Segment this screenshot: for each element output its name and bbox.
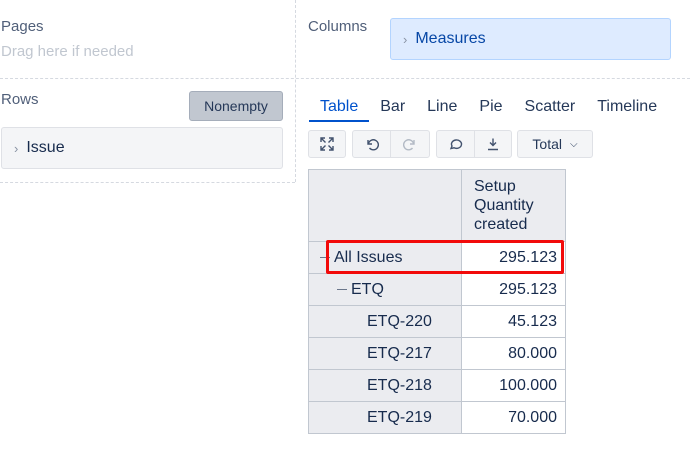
total-dropdown[interactable]: Total ⌵ — [517, 130, 593, 158]
table-row: ETQ-219 70.000 — [308, 401, 566, 434]
table-row: ETQ-218 100.000 — [308, 369, 566, 402]
collapse-icon[interactable] — [320, 257, 330, 258]
columns-label: Columns — [308, 18, 368, 35]
tab-bar[interactable]: Bar — [369, 92, 416, 122]
row-header-etq[interactable]: ETQ — [308, 273, 462, 306]
row-header-issue[interactable]: ETQ-220 — [308, 305, 462, 338]
expand-icon — [320, 137, 334, 151]
row-label: ETQ-218 — [367, 376, 432, 394]
table-row: ETQ 295.123 — [308, 273, 566, 306]
divider-vertical — [295, 0, 296, 182]
tab-timeline[interactable]: Timeline — [586, 92, 668, 122]
measure-header-line: Quantity — [474, 197, 534, 214]
comment-icon — [449, 139, 462, 150]
chevron-right-icon: › — [403, 31, 408, 47]
row-header-issue[interactable]: ETQ-217 — [308, 337, 462, 370]
table-cell-value: 100.000 — [461, 369, 566, 402]
row-label: All Issues — [334, 248, 403, 266]
divider-rows-bottom — [0, 182, 295, 183]
table-cell-value: 70.000 — [461, 401, 566, 434]
row-header-all-issues[interactable]: All Issues — [308, 241, 462, 274]
row-label: ETQ — [351, 280, 384, 298]
nonempty-button[interactable]: Nonempty — [189, 91, 283, 121]
download-icon — [488, 138, 498, 151]
issue-chip-label: Issue — [26, 139, 65, 156]
comment-button[interactable] — [436, 130, 475, 158]
divider-top — [0, 78, 690, 79]
table-row: All Issues 295.123 — [308, 241, 566, 274]
results-table: Setup Quantity created All Issues 295.12… — [308, 169, 566, 434]
row-header-issue[interactable]: ETQ-218 — [308, 369, 462, 402]
tab-scatter[interactable]: Scatter — [514, 92, 587, 122]
measures-chip-label: Measures — [415, 30, 486, 47]
measure-header-line: Setup — [474, 178, 516, 195]
undo-button[interactable] — [352, 130, 391, 158]
row-label: ETQ-220 — [367, 312, 432, 330]
table-cell-value: 45.123 — [461, 305, 566, 338]
table-corner-cell — [308, 169, 462, 242]
measure-header-line: created — [474, 216, 528, 233]
measure-column-header[interactable]: Setup Quantity created — [461, 169, 566, 242]
collapse-icon[interactable] — [337, 289, 347, 290]
chart-type-tabs: Table Bar Line Pie Scatter Timeline — [309, 92, 668, 122]
columns-measures-chip[interactable]: › Measures — [390, 18, 671, 60]
row-label: ETQ-219 — [367, 408, 432, 426]
table-cell-value: 295.123 — [461, 273, 566, 306]
table-cell-value: 80.000 — [461, 337, 566, 370]
redo-button[interactable] — [390, 130, 430, 158]
redo-icon — [403, 139, 415, 151]
rows-issue-chip[interactable]: › Issue — [1, 127, 283, 169]
active-tab-underline — [309, 120, 369, 122]
chevron-down-icon: ⌵ — [569, 138, 578, 150]
pages-label: Pages — [1, 18, 44, 35]
chevron-right-icon: › — [14, 140, 19, 156]
table-row: ETQ-217 80.000 — [308, 337, 566, 370]
tab-table[interactable]: Table — [309, 92, 369, 122]
row-label: ETQ-217 — [367, 344, 432, 362]
tab-line[interactable]: Line — [416, 92, 468, 122]
fullscreen-button[interactable] — [308, 130, 346, 158]
total-dropdown-label: Total — [532, 136, 562, 152]
undo-icon — [366, 139, 379, 151]
row-header-issue[interactable]: ETQ-219 — [308, 401, 462, 434]
tab-pie[interactable]: Pie — [468, 92, 513, 122]
rows-label: Rows — [1, 91, 39, 108]
export-button[interactable] — [474, 130, 512, 158]
pages-drop-hint[interactable]: Drag here if needed — [1, 43, 134, 60]
table-cell-value: 295.123 — [461, 241, 566, 274]
table-row: ETQ-220 45.123 — [308, 305, 566, 338]
